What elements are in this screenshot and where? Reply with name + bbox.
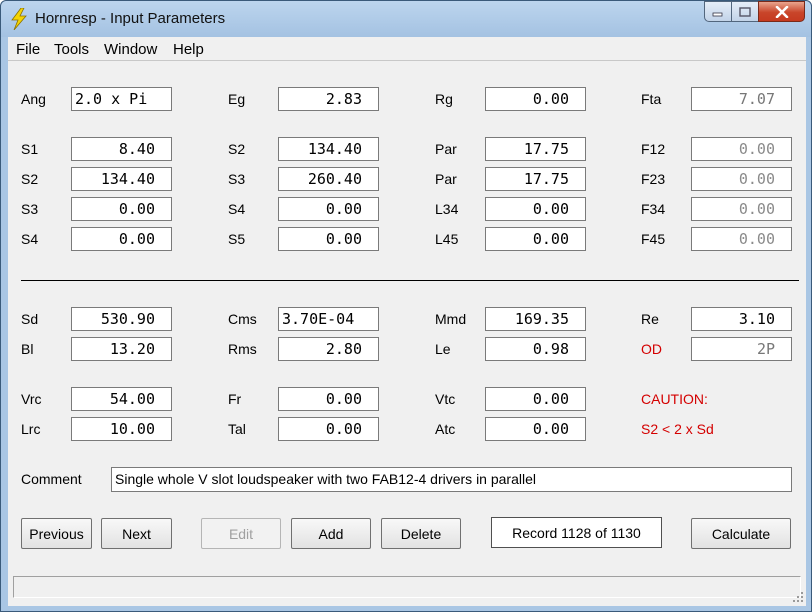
comment-field[interactable]: Single whole V slot loudspeaker with two… — [111, 467, 792, 492]
label-comment: Comment — [21, 471, 82, 487]
label-s2: S2 — [21, 171, 39, 187]
label-s5: S5 — [228, 231, 246, 247]
rms-field[interactable]: 2.80 — [278, 337, 379, 361]
input-parameters-panel: Ang 2.0 x Pi Eg 2.83 Rg 0.00 Fta 7.07 S1… — [8, 61, 806, 574]
vrc-field[interactable]: 54.00 — [71, 387, 172, 411]
menu-file[interactable]: File — [16, 41, 40, 58]
f34-field[interactable]: 0.00 — [691, 197, 792, 221]
label-s3: S3 — [21, 201, 39, 217]
status-bar — [8, 574, 806, 606]
label-vtc: Vtc — [435, 391, 456, 407]
s3-field[interactable]: 260.40 — [278, 167, 379, 191]
par-field[interactable]: 17.75 — [485, 167, 586, 191]
add-button[interactable]: Add — [291, 518, 371, 549]
label-f12: F12 — [641, 141, 666, 157]
label-le: Le — [435, 341, 451, 357]
label-par: Par — [435, 141, 457, 157]
s1-field[interactable]: 8.40 — [71, 137, 172, 161]
label-par: Par — [435, 171, 457, 187]
resize-grip-icon[interactable] — [792, 590, 804, 602]
f23-field[interactable]: 0.00 — [691, 167, 792, 191]
label-sd: Sd — [21, 311, 39, 327]
sd-field[interactable]: 530.90 — [71, 307, 172, 331]
label-f45: F45 — [641, 231, 666, 247]
s3-field[interactable]: 0.00 — [71, 197, 172, 221]
label-s2: S2 — [228, 141, 246, 157]
f45-field[interactable]: 0.00 — [691, 227, 792, 251]
label-s4: S4 — [21, 231, 39, 247]
maximize-icon — [739, 6, 751, 17]
s2-field[interactable]: 134.40 — [71, 167, 172, 191]
fta-field[interactable]: 7.07 — [691, 87, 792, 111]
label-s1: S1 — [21, 141, 39, 157]
vtc-field[interactable]: 0.00 — [485, 387, 586, 411]
menu-window[interactable]: Window — [104, 41, 157, 58]
edit-button[interactable]: Edit — [201, 518, 281, 549]
fr-field[interactable]: 0.00 — [278, 387, 379, 411]
minimize-icon — [712, 12, 723, 16]
bl-field[interactable]: 13.20 — [71, 337, 172, 361]
close-icon — [775, 5, 788, 18]
app-window: Hornresp - Input Parameters File Tools W… — [0, 0, 812, 612]
eg-field[interactable]: 2.83 — [278, 87, 379, 111]
atc-field[interactable]: 0.00 — [485, 417, 586, 441]
minimize-button[interactable] — [704, 1, 731, 22]
section-divider — [21, 280, 799, 281]
label-rg: Rg — [435, 91, 453, 107]
label-cms: Cms — [228, 311, 257, 327]
label-l45: L45 — [435, 231, 459, 247]
label-l34: L34 — [435, 201, 459, 217]
label-f23: F23 — [641, 171, 666, 187]
label-vrc: Vrc — [21, 391, 42, 407]
s4-field[interactable]: 0.00 — [71, 227, 172, 251]
tal-field[interactable]: 0.00 — [278, 417, 379, 441]
record-indicator: Record 1128 of 1130 — [491, 517, 662, 548]
s2-field[interactable]: 134.40 — [278, 137, 379, 161]
next-button[interactable]: Next — [101, 518, 172, 549]
caution-message: S2 < 2 x Sd — [641, 421, 714, 437]
le-field[interactable]: 0.98 — [485, 337, 586, 361]
l45-field[interactable]: 0.00 — [485, 227, 586, 251]
s5-field[interactable]: 0.00 — [278, 227, 379, 251]
delete-button[interactable]: Delete — [381, 518, 461, 549]
menu-tools[interactable]: Tools — [54, 41, 89, 58]
cms-field[interactable]: 3.70E-04 — [278, 307, 379, 331]
rg-field[interactable]: 0.00 — [485, 87, 586, 111]
window-title: Hornresp - Input Parameters — [35, 10, 226, 27]
calculate-button[interactable]: Calculate — [691, 518, 791, 549]
re-field[interactable]: 3.10 — [691, 307, 792, 331]
label-atc: Atc — [435, 421, 456, 437]
label-rms: Rms — [228, 341, 257, 357]
caution-title: CAUTION: — [641, 391, 708, 407]
label-bl: Bl — [21, 341, 34, 357]
label-s4: S4 — [228, 201, 246, 217]
label-eg: Eg — [228, 91, 246, 107]
status-panel — [13, 576, 801, 598]
maximize-button[interactable] — [731, 1, 758, 22]
par-field[interactable]: 17.75 — [485, 137, 586, 161]
label-f34: F34 — [641, 201, 666, 217]
label-fta: Fta — [641, 91, 662, 107]
menu-help[interactable]: Help — [173, 41, 204, 58]
label-ang: Ang — [21, 91, 46, 107]
menu-bar: File Tools Window Help — [8, 37, 806, 61]
lrc-field[interactable]: 10.00 — [71, 417, 172, 441]
label-mmd: Mmd — [435, 311, 467, 327]
f12-field[interactable]: 0.00 — [691, 137, 792, 161]
l34-field[interactable]: 0.00 — [485, 197, 586, 221]
label-lrc: Lrc — [21, 421, 41, 437]
lightning-app-icon — [9, 7, 29, 31]
previous-button[interactable]: Previous — [21, 518, 92, 549]
label-fr: Fr — [228, 391, 242, 407]
close-button[interactable] — [758, 1, 805, 22]
title-bar[interactable]: Hornresp - Input Parameters — [1, 1, 811, 37]
label-s3: S3 — [228, 171, 246, 187]
mmd-field[interactable]: 169.35 — [485, 307, 586, 331]
od-field[interactable]: 2P — [691, 337, 792, 361]
label-od: OD — [641, 341, 662, 357]
ang-field[interactable]: 2.0 x Pi — [71, 87, 172, 111]
label-tal: Tal — [228, 421, 246, 437]
label-re: Re — [641, 311, 659, 327]
s4-field[interactable]: 0.00 — [278, 197, 379, 221]
